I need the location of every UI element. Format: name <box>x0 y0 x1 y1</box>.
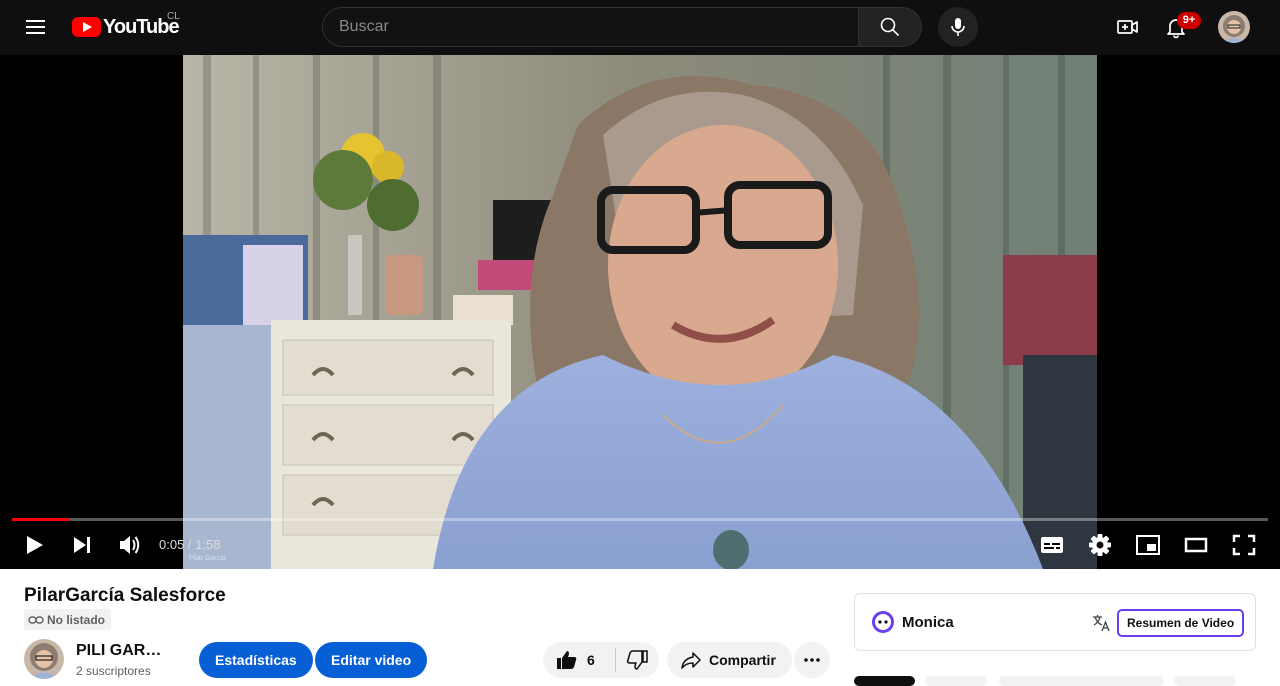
more-horizontal-icon <box>804 658 820 662</box>
monica-name: Monica <box>902 614 954 631</box>
next-icon <box>74 537 90 553</box>
visibility-label: No listado <box>47 612 106 627</box>
miniplayer-button[interactable] <box>1130 529 1166 561</box>
gear-icon <box>1089 534 1111 556</box>
play-button[interactable] <box>16 529 52 561</box>
fullscreen-icon <box>1232 534 1256 556</box>
search-input[interactable] <box>323 8 859 46</box>
miniplayer-icon <box>1136 535 1160 555</box>
edit-video-button[interactable]: Editar video <box>315 642 428 678</box>
theater-mode-button[interactable] <box>1178 529 1214 561</box>
theater-mode-icon <box>1184 537 1208 553</box>
search-icon <box>880 17 900 37</box>
like-button[interactable]: 6 <box>543 642 615 678</box>
analytics-button[interactable]: Estadísticas <box>199 642 313 678</box>
progress-bar[interactable] <box>12 518 1268 521</box>
masthead: YouTube CL 9+ <box>0 0 1280 55</box>
mute-button[interactable] <box>111 529 147 561</box>
search-button[interactable] <box>858 7 922 47</box>
dislike-button[interactable] <box>615 642 659 678</box>
voice-search-button[interactable] <box>938 7 978 47</box>
youtube-logo[interactable]: YouTube <box>72 16 180 38</box>
share-icon <box>681 652 701 669</box>
hamburger-icon <box>26 20 45 22</box>
video-frame[interactable] <box>183 55 1097 569</box>
visibility-badge: No listado <box>24 609 112 630</box>
subtitles-icon <box>1041 537 1063 553</box>
more-actions-button[interactable] <box>794 642 830 678</box>
channel-avatar-image <box>24 639 64 679</box>
monica-logo-icon <box>872 611 894 633</box>
monica-panel: Monica Resumen de Video <box>854 593 1256 651</box>
chip[interactable] <box>999 676 1164 686</box>
play-icon <box>27 536 43 554</box>
microphone-icon <box>951 18 965 36</box>
time-display: 0:05 / 1:58 <box>159 537 221 552</box>
thumbs-up-icon <box>557 651 577 669</box>
fullscreen-button[interactable] <box>1226 529 1262 561</box>
progress-played <box>12 518 70 521</box>
chip[interactable] <box>925 676 987 686</box>
link-icon <box>28 615 44 624</box>
create-video-icon <box>1117 20 1138 34</box>
thumbs-down-icon <box>626 650 648 670</box>
like-count: 6 <box>587 652 595 668</box>
avatar-image <box>1218 11 1250 43</box>
account-avatar[interactable] <box>1218 11 1250 43</box>
create-button[interactable] <box>1108 7 1148 47</box>
video-content <box>183 55 1097 569</box>
video-player[interactable]: 0:05 / 1:58 Pilar García <box>0 55 1280 569</box>
notification-badge: 9+ <box>1177 12 1201 29</box>
video-title: PilarGarcía Salesforce <box>24 585 226 606</box>
chip[interactable] <box>854 676 915 686</box>
volume-icon <box>120 536 140 554</box>
subtitles-button[interactable] <box>1034 529 1070 561</box>
youtube-play-icon <box>72 17 101 37</box>
country-code: CL <box>167 11 180 22</box>
channel-name[interactable]: PILI GARCIA <box>76 642 171 660</box>
share-label: Compartir <box>709 652 776 668</box>
chip[interactable] <box>1174 676 1236 686</box>
video-summary-button[interactable]: Resumen de Video <box>1117 609 1245 637</box>
subscriber-count: 2 suscriptores <box>76 664 151 678</box>
video-watermark: Pilar García <box>189 555 226 562</box>
translate-icon[interactable] <box>1091 613 1111 633</box>
channel-avatar[interactable] <box>24 639 64 679</box>
settings-button[interactable] <box>1082 529 1118 561</box>
next-button[interactable] <box>64 529 100 561</box>
share-button[interactable]: Compartir <box>667 642 792 678</box>
search-field[interactable] <box>322 7 859 47</box>
menu-button[interactable] <box>20 12 52 42</box>
